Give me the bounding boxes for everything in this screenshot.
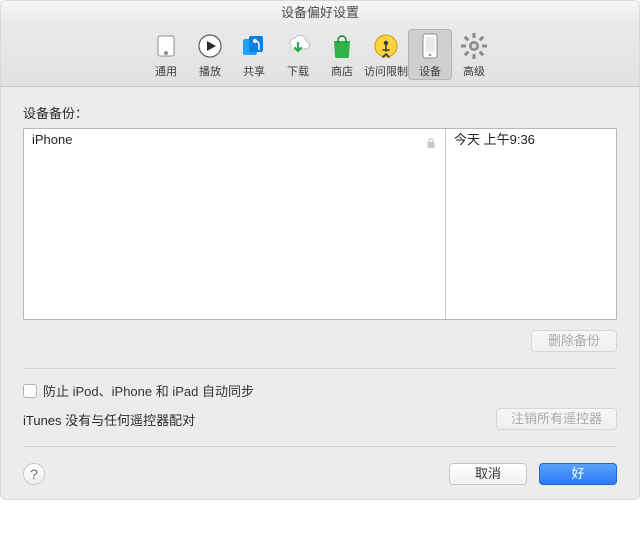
help-icon: ?: [30, 466, 38, 482]
gear-icon: [459, 31, 489, 61]
table-row[interactable]: 今天 上午9:36: [446, 129, 616, 151]
tab-label: 设备: [419, 63, 441, 79]
tab-label: 高级: [463, 63, 485, 79]
device-backups-table[interactable]: iPhone 今天 上午9:36: [23, 128, 617, 320]
sharing-icon: [239, 31, 269, 61]
play-icon: [195, 31, 225, 61]
table-row[interactable]: iPhone: [24, 129, 445, 151]
deauthorize-remotes-button: 注销所有遥控器: [496, 408, 617, 430]
tab-devices[interactable]: 设备: [408, 29, 452, 80]
cancel-button[interactable]: 取消: [449, 463, 527, 485]
window-title: 设备偏好设置: [1, 1, 639, 25]
options-area: 防止 iPod、iPhone 和 iPad 自动同步 iTunes 没有与任何遥…: [23, 381, 617, 430]
tab-label: 访问限制: [364, 63, 408, 79]
device-icon: [415, 31, 445, 61]
content-area: 设备备份： iPhone 今天 上午9:36 删除备份: [1, 87, 639, 499]
separator: [23, 368, 617, 369]
prevent-autosync-label: 防止 iPod、iPhone 和 iPad 自动同步: [43, 381, 254, 400]
prevent-autosync-checkbox[interactable]: [23, 384, 37, 398]
tab-playback[interactable]: 播放: [188, 29, 232, 80]
preferences-window: 设备偏好设置 通用 播放 共享 下载: [0, 0, 640, 500]
device-backups-label: 设备备份：: [23, 103, 617, 122]
tab-label: 下载: [287, 63, 309, 79]
lock-icon: [425, 134, 437, 146]
backup-device-name: iPhone: [32, 129, 72, 151]
ok-button[interactable]: 好: [539, 463, 617, 485]
remote-pair-status: iTunes 没有与任何遥控器配对: [23, 410, 496, 429]
tab-store[interactable]: 商店: [320, 29, 364, 80]
tab-advanced[interactable]: 高级: [452, 29, 496, 80]
tab-label: 通用: [155, 63, 177, 79]
cloud-download-icon: [283, 31, 313, 61]
preferences-toolbar: 通用 播放 共享 下载 商店: [1, 25, 639, 87]
shopping-bag-icon: [327, 31, 357, 61]
backups-time-column: 今天 上午9:36: [446, 129, 616, 319]
tab-general[interactable]: 通用: [144, 29, 188, 80]
tab-label: 播放: [199, 63, 221, 79]
general-icon: [151, 31, 181, 61]
separator: [23, 446, 617, 447]
backup-time: 今天 上午9:36: [454, 129, 535, 151]
parental-icon: [371, 31, 401, 61]
tab-downloads[interactable]: 下载: [276, 29, 320, 80]
delete-backup-button: 删除备份: [531, 330, 617, 352]
prevent-autosync-row[interactable]: 防止 iPod、iPhone 和 iPad 自动同步: [23, 381, 617, 400]
tab-label: 共享: [243, 63, 265, 79]
tab-label: 商店: [331, 63, 353, 79]
tab-parental[interactable]: 访问限制: [364, 29, 408, 80]
footer: ? 取消 好: [23, 459, 617, 485]
help-button[interactable]: ?: [23, 463, 45, 485]
backups-device-column: iPhone: [24, 129, 446, 319]
tab-sharing[interactable]: 共享: [232, 29, 276, 80]
